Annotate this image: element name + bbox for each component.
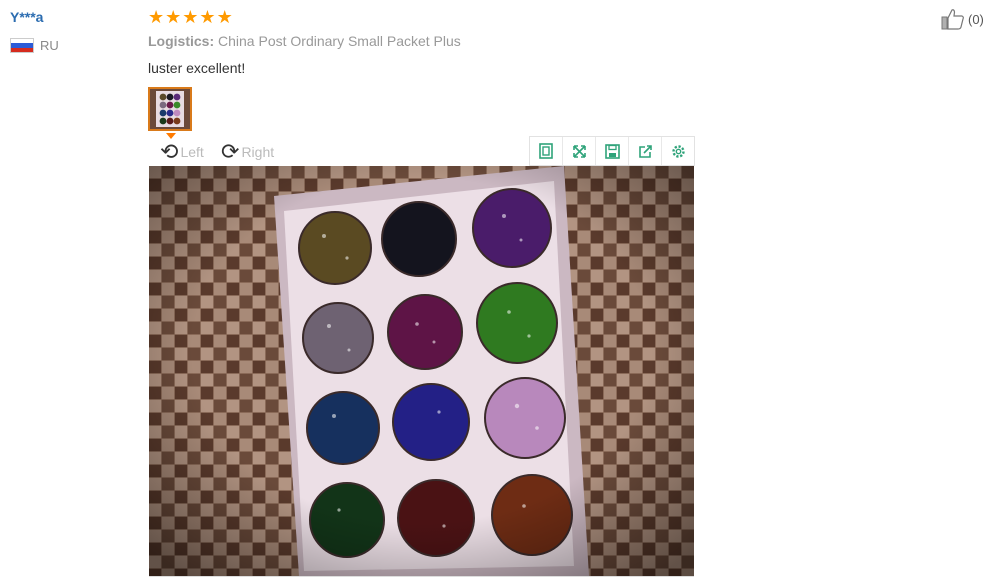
share-button[interactable] [629, 137, 662, 165]
fullscreen-icon [572, 144, 586, 158]
fit-icon [539, 143, 553, 159]
rotate-right-icon: ⟳ [221, 139, 240, 164]
helpful-button[interactable]: (0) [941, 8, 984, 30]
rotate-left-icon: ⟲ [160, 139, 179, 164]
helpful-count: (0) [968, 11, 984, 27]
settings-button[interactable] [662, 137, 694, 165]
save-icon [604, 143, 620, 159]
save-button[interactable] [596, 137, 629, 165]
logistics-label: Logistics: [148, 33, 215, 49]
star-icon: ★ [165, 7, 182, 27]
rotate-left-button[interactable]: ⟲ Left [160, 139, 204, 164]
image-viewer-toolbar [529, 136, 695, 166]
reviewer-name[interactable]: Y***a [10, 9, 43, 25]
star-icon: ★ [199, 7, 216, 27]
review-image-thumbnail[interactable] [148, 87, 192, 131]
logistics-value: China Post Ordinary Small Packet Plus [218, 33, 461, 49]
rotate-right-label: Right [241, 144, 275, 160]
settings-icon [671, 144, 685, 158]
fullscreen-button[interactable] [563, 137, 596, 165]
fit-button[interactable] [530, 137, 563, 165]
star-icon: ★ [182, 7, 199, 27]
thumbs-up-icon [941, 9, 964, 30]
rotate-left-label: Left [180, 144, 204, 160]
star-icon: ★ [148, 7, 165, 27]
country-code: RU [40, 38, 59, 53]
star-rating: ★ ★ ★ ★ ★ [148, 6, 233, 28]
russia-flag-icon [10, 38, 34, 53]
rotate-right-button[interactable]: ⟳ Right [221, 139, 275, 164]
review-image-viewer[interactable] [149, 166, 694, 577]
logistics-info: Logistics: China Post Ordinary Small Pac… [148, 33, 461, 49]
star-icon: ★ [216, 7, 233, 27]
review-text: luster excellent! [148, 60, 246, 76]
reviewer-country: RU [10, 38, 59, 53]
share-icon [638, 144, 652, 158]
